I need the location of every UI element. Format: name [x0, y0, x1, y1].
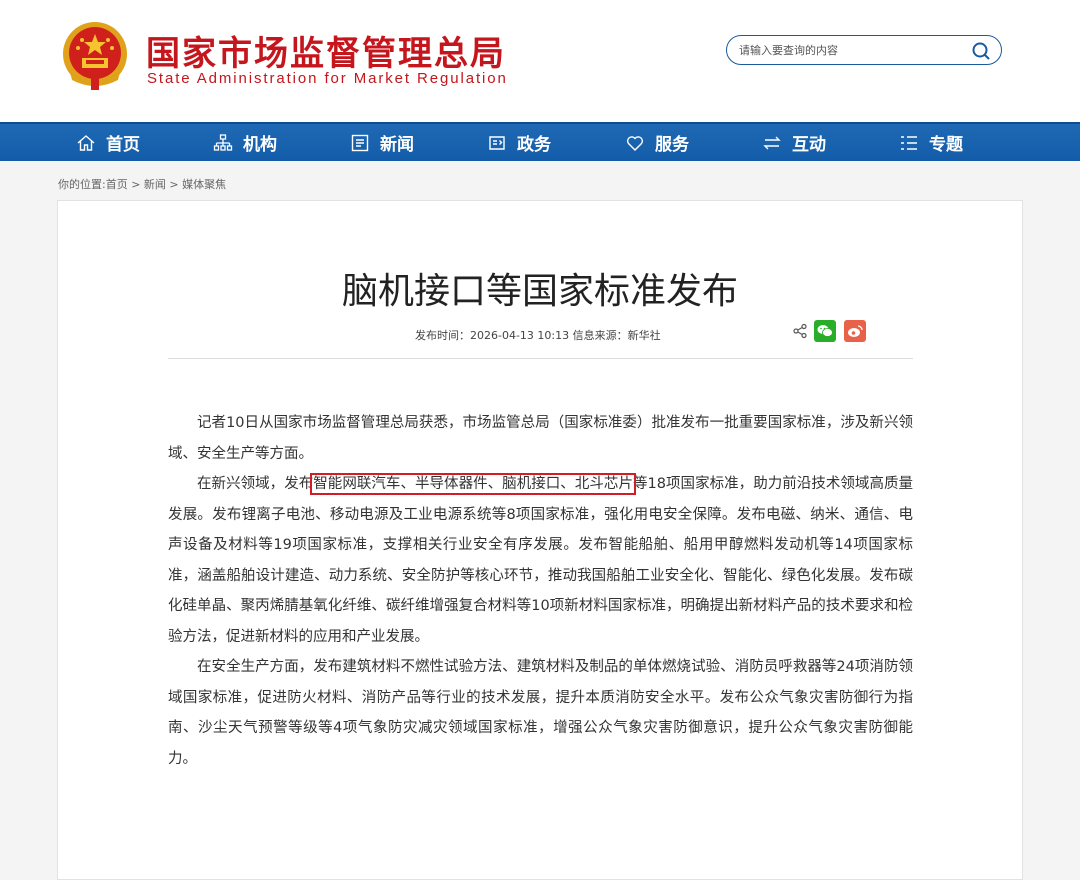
nav-item-affairs[interactable]: 政务 — [487, 124, 551, 161]
title-divider — [168, 358, 913, 359]
paragraph-2-lead: 在新兴领域，发布 — [197, 476, 314, 492]
nav-item-news[interactable]: 新闻 — [350, 124, 414, 161]
paragraph-1: 记者10日从国家市场监督管理总局获悉，市场监管总局（国家标准委）批准发布一批重要… — [168, 415, 913, 462]
nav-item-home[interactable]: 首页 — [76, 124, 140, 161]
nav-label: 政务 — [517, 135, 551, 155]
article-body: 记者10日从国家市场监督管理总局获悉，市场监管总局（国家标准委）批准发布一批重要… — [168, 408, 913, 774]
nav-label: 机构 — [243, 135, 277, 155]
site-header: 国家市场监督管理总局 State Administration for Mark… — [0, 0, 1080, 122]
search-box — [726, 35, 1002, 65]
article-title: 脑机接口等国家标准发布 — [341, 271, 738, 312]
list-icon — [901, 135, 917, 150]
paragraph-2-rest: 等18项国家标准，助力前沿技术领域高质量发展。发布锂离子电池、移动电源及工业电源… — [168, 476, 914, 645]
breadcrumb[interactable]: 你的位置:首页 > 新闻 > 媒体聚焦 — [58, 176, 226, 192]
home-icon — [77, 134, 95, 151]
site-title-cn[interactable]: 国家市场监督管理总局 — [146, 26, 506, 75]
nav-item-org[interactable]: 机构 — [213, 124, 277, 161]
weibo-icon[interactable] — [844, 320, 866, 342]
heart-icon — [626, 135, 644, 151]
wechat-icon[interactable] — [814, 320, 836, 342]
paragraph-2: 在新兴领域，发布智能网联汽车、半导体器件、脑机接口、北斗芯片等18项国家标准，助… — [168, 469, 913, 652]
search-icon[interactable] — [971, 41, 991, 61]
share-bar — [792, 319, 866, 343]
exchange-icon — [763, 136, 781, 149]
site-title-en: State Administration for Market Regulati… — [147, 70, 508, 87]
nav-label: 服务 — [655, 135, 689, 155]
nav-item-interaction[interactable]: 互动 — [762, 124, 826, 161]
search-input[interactable] — [739, 41, 959, 59]
nav-item-service[interactable]: 服务 — [625, 124, 689, 161]
org-chart-icon — [213, 133, 233, 151]
main-nav: 首页 机构 新闻 政务 服务 互动 专题 — [0, 122, 1080, 161]
highlighted-phrase: 智能网联汽车、半导体器件、脑机接口、北斗芯片 — [310, 473, 636, 495]
paragraph-3: 在安全生产方面，发布建筑材料不燃性试验方法、建筑材料及制品的单体燃烧试验、消防员… — [168, 659, 913, 767]
news-icon — [351, 134, 369, 151]
nav-label: 互动 — [792, 135, 826, 155]
document-icon — [489, 135, 505, 150]
nav-item-topics[interactable]: 专题 — [899, 124, 963, 161]
article-meta: 发布时间：2026-04-13 10:13 信息来源：新华社 — [415, 329, 661, 342]
nav-label: 首页 — [106, 135, 140, 155]
nav-label: 新闻 — [380, 135, 414, 155]
nav-label: 专题 — [929, 135, 963, 155]
share-icon[interactable] — [792, 323, 808, 339]
national-emblem-icon[interactable] — [60, 20, 130, 92]
